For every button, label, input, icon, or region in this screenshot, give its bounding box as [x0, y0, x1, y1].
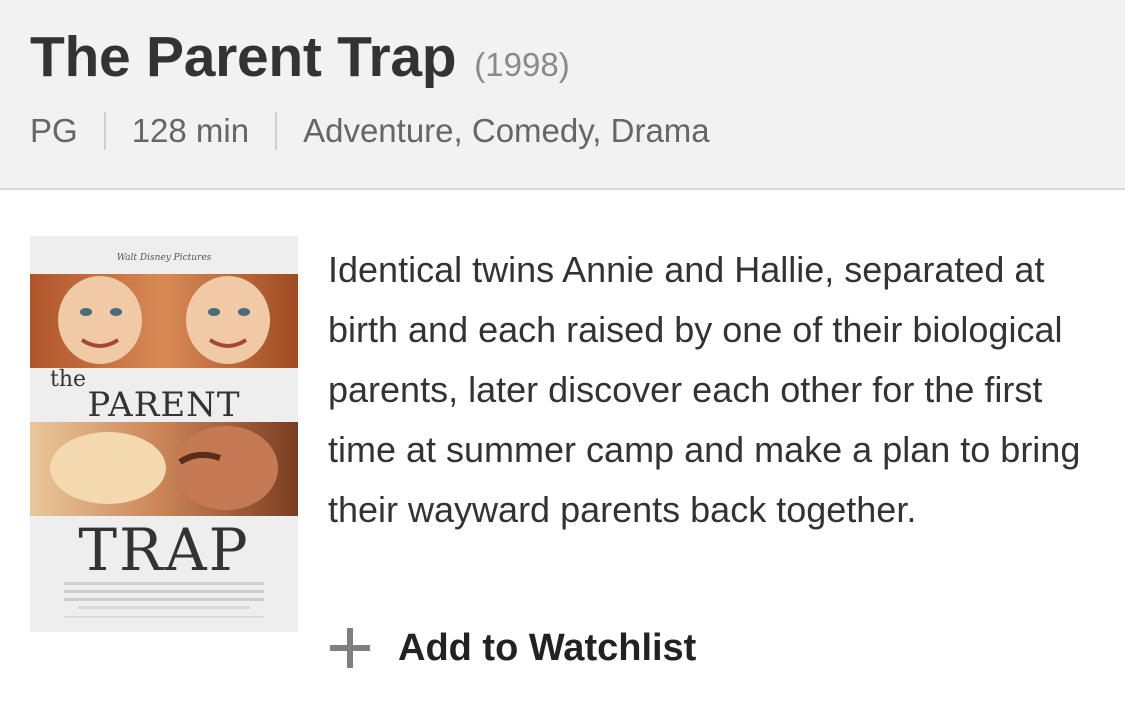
- poster-title-the: the: [50, 367, 86, 392]
- poster-title-trap: TRAP: [78, 516, 249, 584]
- plus-icon: [330, 628, 370, 668]
- movie-title: The Parent Trap: [30, 25, 457, 89]
- add-to-watchlist-button[interactable]: Add to Watchlist: [328, 626, 696, 670]
- title-row: The Parent Trap (1998): [30, 24, 570, 90]
- meta-divider: [103, 112, 106, 150]
- movie-header: The Parent Trap (1998) PG 128 min Advent…: [0, 0, 1125, 190]
- poster-image: Walt Disney Pictures the PARENT TRAP: [30, 236, 298, 632]
- genres-label: Adventure, Comedy, Drama: [303, 112, 710, 149]
- meta-divider: [275, 112, 278, 150]
- poster-title-parent: PARENT: [87, 385, 240, 425]
- watchlist-label: Add to Watchlist: [398, 626, 697, 669]
- runtime-label: 128 min: [131, 112, 250, 149]
- poster-studio: Walt Disney Pictures: [117, 253, 212, 263]
- movie-year: (1998): [474, 46, 570, 83]
- rating-label: PG: [30, 112, 78, 149]
- plot-summary: Identical twins Annie and Hallie, separa…: [328, 249, 1081, 530]
- movie-poster[interactable]: Walt Disney Pictures the PARENT TRAP: [30, 236, 298, 632]
- movie-meta: PG 128 min Adventure, Comedy, Drama: [30, 112, 710, 150]
